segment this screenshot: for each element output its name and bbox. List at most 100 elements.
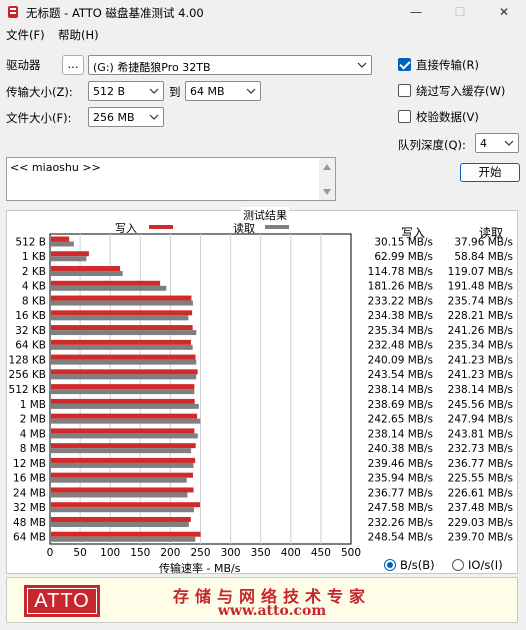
chevron-down-icon <box>149 88 159 94</box>
menu-file[interactable]: 文件(F) <box>6 27 45 43</box>
write-bar <box>51 398 195 404</box>
queue-depth-select[interactable]: 4 <box>475 133 519 153</box>
chevron-down-icon <box>149 114 159 120</box>
file-size-select[interactable]: 256 MB <box>88 107 164 127</box>
menu-help[interactable]: 帮助(H) <box>58 27 99 43</box>
write-bar <box>51 516 191 522</box>
read-bar <box>51 330 197 336</box>
footer-banner: ATTO 存储与网络技术专家 www.atto.com <box>6 577 518 623</box>
write-bar <box>51 413 198 419</box>
write-value-label: 248.54 MB/s <box>368 532 433 544</box>
write-bar <box>51 487 194 493</box>
unit-io-label: IO/s(I) <box>468 558 503 572</box>
minimize-icon: — <box>410 5 422 19</box>
write-value-label: 235.34 MB/s <box>368 325 433 337</box>
read-bar <box>51 492 188 498</box>
read-value-label: 58.84 MB/s <box>454 251 513 263</box>
write-value-label: 238.14 MB/s <box>368 428 433 440</box>
description-scrollbar[interactable] <box>319 158 335 200</box>
verify-data-label: 校验数据(V) <box>416 110 479 124</box>
atto-logo[interactable]: ATTO <box>24 585 100 617</box>
queue-depth-label: 队列深度(Q): <box>398 138 466 152</box>
drive-select[interactable]: (G:) 希捷酷狼Pro 32TB <box>88 55 372 75</box>
transfer-from-select[interactable]: 512 B <box>88 81 164 101</box>
bypass-write-cache-checkbox[interactable] <box>398 84 411 97</box>
read-bar <box>51 536 196 542</box>
write-bar <box>51 384 195 390</box>
close-icon: ✕ <box>498 5 510 19</box>
x-tick-label: 250 <box>190 547 210 559</box>
write-bar <box>51 443 196 449</box>
read-value-label: 229.03 MB/s <box>448 517 513 529</box>
write-value-label: 232.48 MB/s <box>368 340 433 352</box>
file-size-value: 256 MB <box>93 111 135 124</box>
read-value-label: 239.70 MB/s <box>448 532 513 544</box>
write-value-label: 239.46 MB/s <box>368 458 433 470</box>
x-tick-label: 150 <box>130 547 150 559</box>
description-box[interactable]: << miaoshu >> <box>6 157 336 201</box>
y-tick-label: 8 KB <box>22 295 46 307</box>
file-size-label: 文件大小(F): <box>6 111 72 125</box>
transfer-to-value: 64 MB <box>190 85 225 98</box>
y-tick-label: 512 B <box>15 236 46 248</box>
y-tick-label: 4 MB <box>20 428 46 440</box>
direct-io-checkbox[interactable] <box>398 58 411 71</box>
write-value-label: 236.77 MB/s <box>368 487 433 499</box>
read-value-label: 191.48 MB/s <box>448 281 513 293</box>
drive-label: 驱动器 <box>6 58 41 72</box>
write-bar <box>51 251 89 257</box>
write-bar <box>51 236 70 242</box>
unit-io-radio[interactable] <box>452 559 464 571</box>
transfer-from-value: 512 B <box>93 85 126 98</box>
read-value-label: 235.74 MB/s <box>448 295 513 307</box>
close-button[interactable]: ✕ <box>482 0 526 24</box>
menu-bar: 文件(F) 帮助(H) <box>0 24 526 44</box>
y-tick-label: 8 MB <box>20 443 46 455</box>
chevron-down-icon <box>504 140 514 146</box>
write-bar <box>51 295 192 301</box>
read-bar <box>51 462 194 468</box>
verify-data-checkbox[interactable] <box>398 110 411 123</box>
read-bar <box>51 271 123 277</box>
read-value-label: 245.56 MB/s <box>448 399 513 411</box>
read-bar <box>51 300 193 306</box>
x-tick-label: 400 <box>281 547 301 559</box>
x-axis-label: 传输速率 - MB/s <box>159 562 241 575</box>
read-value-label: 238.14 MB/s <box>448 384 513 396</box>
read-bar <box>51 507 194 513</box>
footer-url[interactable]: www.atto.com <box>167 603 377 619</box>
y-tick-label: 48 MB <box>13 517 46 529</box>
read-value-label: 119.07 MB/s <box>448 266 513 278</box>
y-tick-label: 512 KB <box>9 384 46 396</box>
y-tick-label: 2 MB <box>20 414 46 426</box>
transfer-size-label: 传输大小(Z): <box>6 85 73 99</box>
write-value-label: 247.58 MB/s <box>368 502 433 514</box>
minimize-button[interactable]: — <box>394 0 438 24</box>
maximize-button[interactable]: ☐ <box>438 0 482 24</box>
unit-bytes-radio[interactable] <box>384 559 396 571</box>
write-value-label: 235.94 MB/s <box>368 473 433 485</box>
write-bar <box>51 266 121 272</box>
write-bar <box>51 369 198 375</box>
write-bar <box>51 354 196 360</box>
transfer-to-select[interactable]: 64 MB <box>185 81 261 101</box>
y-tick-label: 32 MB <box>13 502 46 514</box>
read-value-label: 228.21 MB/s <box>448 310 513 322</box>
read-bar <box>51 389 195 395</box>
write-value-label: 62.99 MB/s <box>374 251 433 263</box>
x-tick-label: 0 <box>47 547 54 559</box>
read-value-label: 247.94 MB/s <box>448 414 513 426</box>
results-chart: 0 50 100 150 200 250 300 350 400 450 500 512 B 30.15… <box>9 233 513 559</box>
browse-button[interactable]: ... <box>62 55 84 75</box>
write-value-label: 238.69 MB/s <box>368 399 433 411</box>
write-value-label: 242.65 MB/s <box>368 414 433 426</box>
read-value-label: 241.26 MB/s <box>448 325 513 337</box>
read-value-label: 232.73 MB/s <box>448 443 513 455</box>
atto-logo-text: ATTO <box>27 588 97 614</box>
read-bar <box>51 448 192 454</box>
start-button[interactable]: 开始 <box>460 163 520 182</box>
results-panel: 测试结果 写入 读取 写入 读取 传输速率 - MB/s 0 50 100 150 20… <box>6 207 518 575</box>
scroll-up-icon <box>323 164 331 170</box>
title-bar: 无标题 - ATTO 磁盘基准测试 4.00 — ☐ ✕ <box>0 0 526 24</box>
app-icon <box>8 6 18 18</box>
